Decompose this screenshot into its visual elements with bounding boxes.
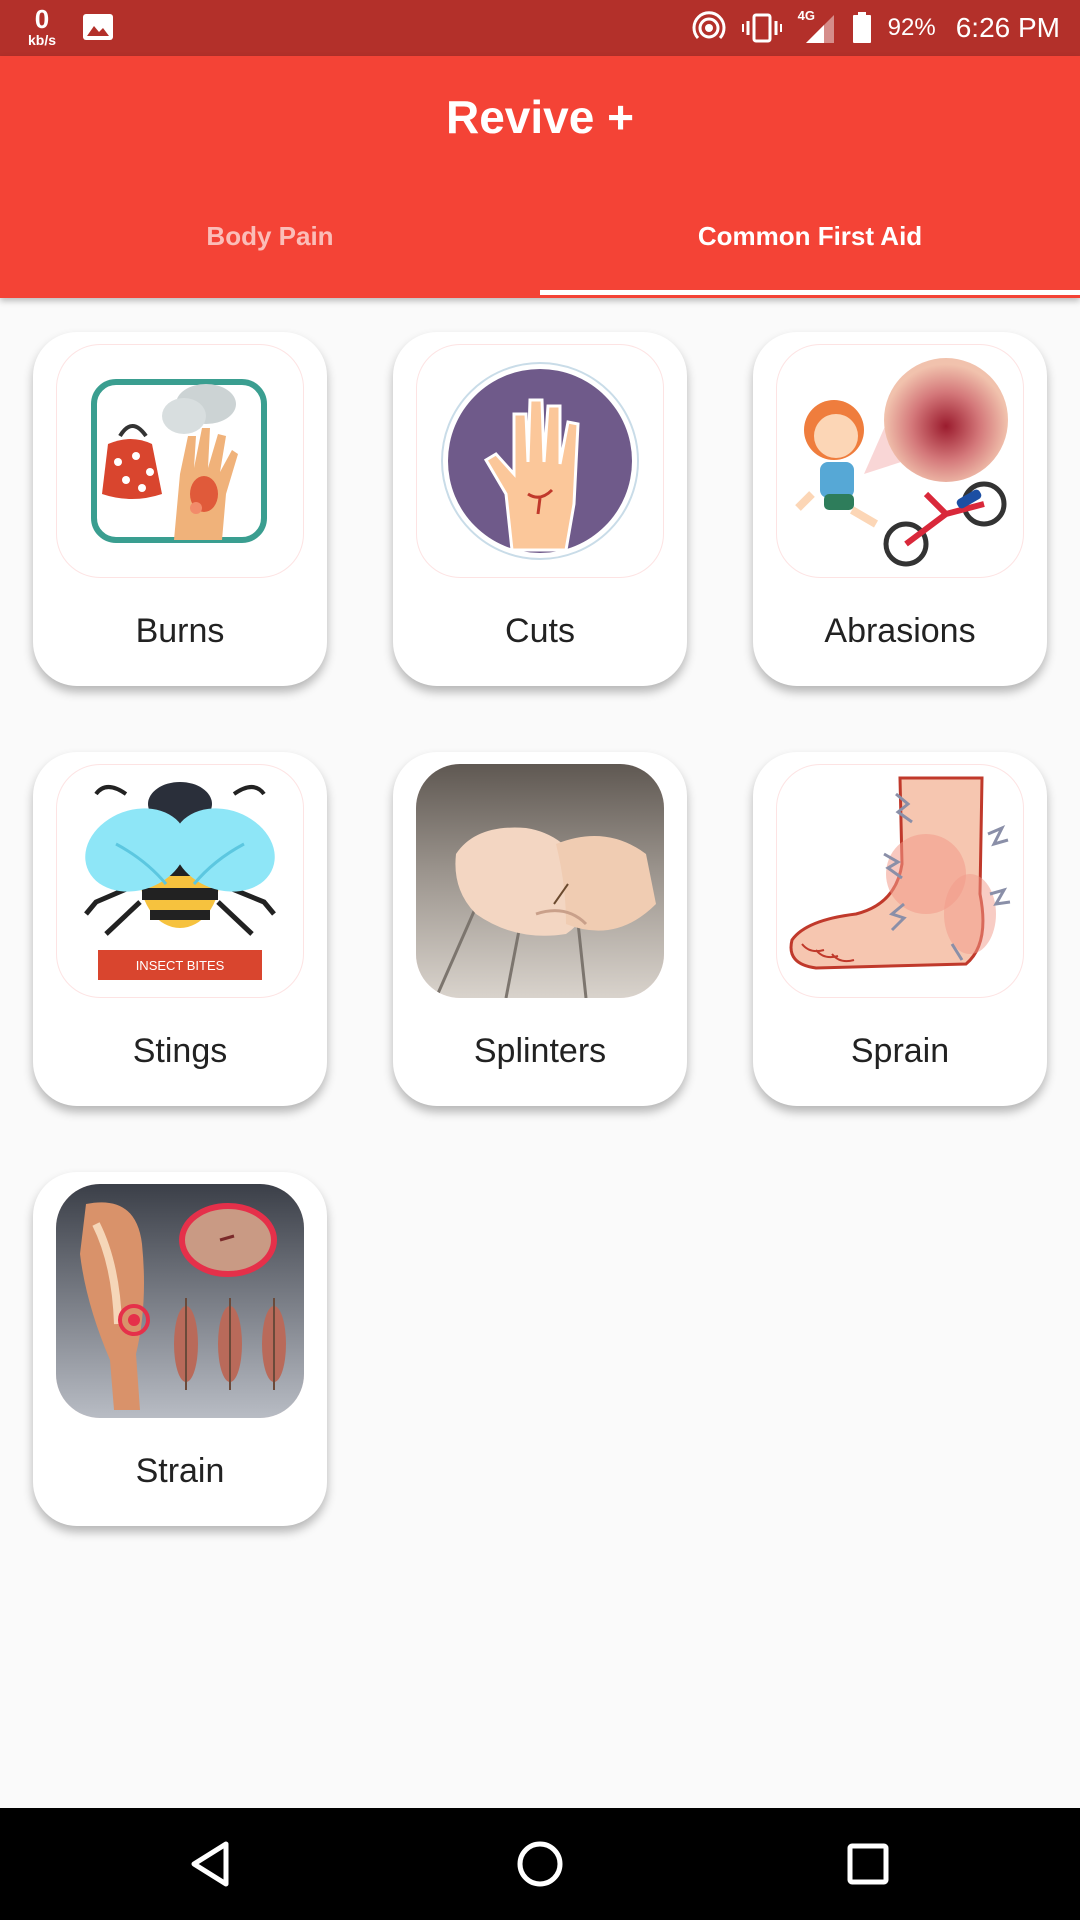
- network-speed-value: 0: [34, 4, 50, 34]
- network-speed: 0 kb/s: [22, 6, 62, 47]
- card-cuts[interactable]: Cuts: [393, 332, 687, 686]
- card-label: Cuts: [505, 612, 575, 650]
- tab-body-pain[interactable]: Body Pain: [0, 176, 540, 296]
- app-bar: Revive + Body Pain Common First Aid: [0, 56, 1080, 298]
- cell-signal-icon: [805, 15, 834, 43]
- system-navigation-bar: [0, 1808, 1080, 1920]
- selected-tab-indicator: [540, 290, 1080, 295]
- strain-image: [56, 1184, 304, 1418]
- burns-image: [56, 344, 304, 578]
- hotspot-icon: [692, 11, 726, 40]
- insect-bites-caption: INSECT BITES: [136, 958, 225, 973]
- home-icon[interactable]: [512, 1836, 568, 1892]
- card-strain[interactable]: Strain: [33, 1172, 327, 1526]
- vibrate-icon: [741, 13, 782, 43]
- back-icon[interactable]: [184, 1836, 240, 1892]
- card-label: Stings: [132, 1032, 228, 1070]
- first-aid-grid: Burns Cuts Abrasions INSECT BITES Stings…: [0, 298, 1080, 1808]
- sprain-image: [776, 764, 1024, 998]
- battery-percentage: 92%: [887, 14, 936, 41]
- battery-icon: [852, 12, 871, 43]
- recents-icon[interactable]: [840, 1836, 896, 1892]
- tab-common-first-aid[interactable]: Common First Aid: [540, 176, 1080, 296]
- card-abrasions[interactable]: Abrasions: [753, 332, 1047, 686]
- status-bar: 0 kb/s 4G 92% 6:26 PM: [0, 0, 1080, 56]
- signal-indicator: 4G: [798, 8, 836, 45]
- clock: 6:26 PM: [955, 12, 1060, 43]
- card-splinters[interactable]: Splinters: [393, 752, 687, 1106]
- card-label: Splinters: [473, 1032, 607, 1070]
- card-sprain[interactable]: Sprain: [753, 752, 1047, 1106]
- app-title: Revive +: [446, 91, 634, 143]
- card-label: Strain: [135, 1452, 225, 1490]
- network-speed-unit: kb/s: [27, 32, 56, 48]
- splinters-image: [416, 764, 664, 998]
- cuts-image: [416, 344, 664, 578]
- card-label: Sprain: [850, 1032, 950, 1070]
- card-stings[interactable]: INSECT BITES Stings: [33, 752, 327, 1106]
- card-label: Burns: [135, 612, 225, 650]
- card-label: Abrasions: [824, 612, 976, 650]
- abrasions-image: [776, 344, 1024, 578]
- gallery-notification-icon: [83, 14, 113, 40]
- stings-image: INSECT BITES: [56, 764, 304, 998]
- card-burns[interactable]: Burns: [33, 332, 327, 686]
